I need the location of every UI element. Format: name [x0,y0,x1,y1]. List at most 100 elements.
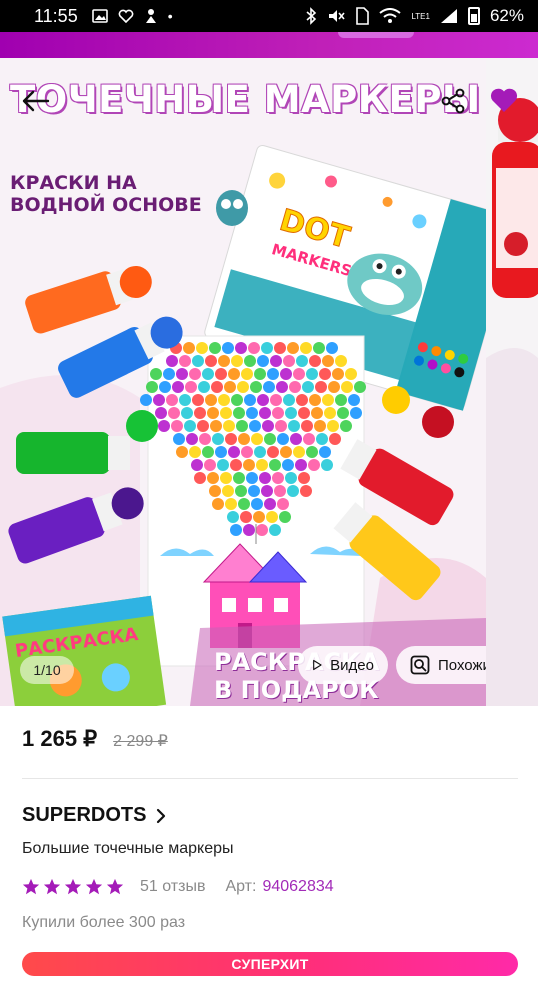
paint-dot [248,342,260,354]
share-button[interactable] [434,82,472,120]
rating-row[interactable]: 51 отзыв Арт: 94062834 [22,878,334,896]
heart-status-icon [118,9,134,23]
paint-dot [176,368,188,380]
paint-dot [199,433,211,445]
paint-dot [218,355,230,367]
paint-dot [181,407,193,419]
purchase-count: Купили более 300 раз [22,914,186,931]
paint-dot [251,498,263,510]
paint-dot [322,355,334,367]
paint-dot [275,420,287,432]
paint-dot [300,485,312,497]
paint-dot [166,394,178,406]
paint-dot [269,459,281,471]
paint-dot [222,485,234,497]
paint-dot [309,394,321,406]
paint-dot [205,394,217,406]
paint-dot [236,420,248,432]
paint-dot [259,472,271,484]
gallery-icon [91,9,108,23]
paint-dot [183,342,195,354]
paint-dot [194,407,206,419]
paint-dot [198,381,210,393]
signal-icon [440,9,457,23]
brand-link[interactable]: SUPERDOTS [22,804,166,827]
similar-button[interactable]: Похожие [396,646,486,684]
favorite-button[interactable] [484,80,524,120]
paint-dot [185,381,197,393]
article-number[interactable]: 94062834 [262,878,333,896]
paint-dot [202,368,214,380]
paint-dot [241,368,253,380]
paint-dot [270,394,282,406]
paint-dot [354,381,366,393]
mute-icon [329,10,346,22]
paint-dot [176,446,188,458]
paint-dot [308,459,320,471]
paint-dot [269,524,281,536]
paint-dot [186,433,198,445]
paint-dot [222,342,234,354]
reviews-link[interactable]: 51 отзыв [140,878,205,896]
paint-dot [209,342,221,354]
paint-dot [261,485,273,497]
video-label: Видео [330,656,374,674]
paint-dot [266,511,278,523]
paint-dot [350,407,362,419]
paint-dot [322,394,334,406]
paint-dot [303,433,315,445]
paint-dot [293,368,305,380]
back-button[interactable] [16,82,54,120]
paint-dot [290,433,302,445]
paint-dot [267,368,279,380]
paint-dot [166,355,178,367]
paint-dot [301,420,313,432]
paint-dot [241,446,253,458]
paint-dot [332,368,344,380]
paint-dot [298,472,310,484]
paint-dot [261,342,273,354]
star-icon [43,878,61,895]
product-image[interactable]: DOT MARKERS РАСКРАСКА ТОЧЕЧНЫЕ МАРКЕРЫ К… [0,58,486,706]
paint-dot [249,420,261,432]
paint-dot [228,446,240,458]
paint-dot [306,368,318,380]
paint-dot [283,355,295,367]
sim-icon [356,7,370,25]
paint-dot [217,459,229,471]
paint-dot [341,381,353,393]
paint-dot [153,394,165,406]
paint-dot [155,407,167,419]
paint-dot [215,368,227,380]
paint-dot [277,433,289,445]
search-similar-icon [410,655,430,675]
paint-dot [329,433,341,445]
paint-dot [179,394,191,406]
paint-dot [328,381,340,393]
paint-dot [259,407,271,419]
paint-dot [227,511,239,523]
paint-dot [238,433,250,445]
paint-dot [296,394,308,406]
paint-dot [209,485,221,497]
paint-dot [212,433,224,445]
product-gallery[interactable]: DOT MARKERS РАСКРАСКА ТОЧЕЧНЫЕ МАРКЕРЫ К… [0,58,538,706]
paint-dot [311,407,323,419]
paint-dot [337,407,349,419]
paint-dot [263,381,275,393]
paint-dot [264,433,276,445]
next-image-preview[interactable] [486,58,538,706]
paint-dot [210,420,222,432]
paint-dot [295,459,307,471]
divider [22,778,518,779]
paint-dot [228,368,240,380]
paint-dot [207,472,219,484]
paint-dot [285,407,297,419]
paint-dot [179,355,191,367]
paint-dot [283,394,295,406]
video-button[interactable]: Видео [298,646,388,684]
paint-dot [140,394,152,406]
chevron-right-icon [157,808,166,823]
image-counter: 1/10 [20,656,74,684]
network-label: LTE1 [411,11,430,21]
